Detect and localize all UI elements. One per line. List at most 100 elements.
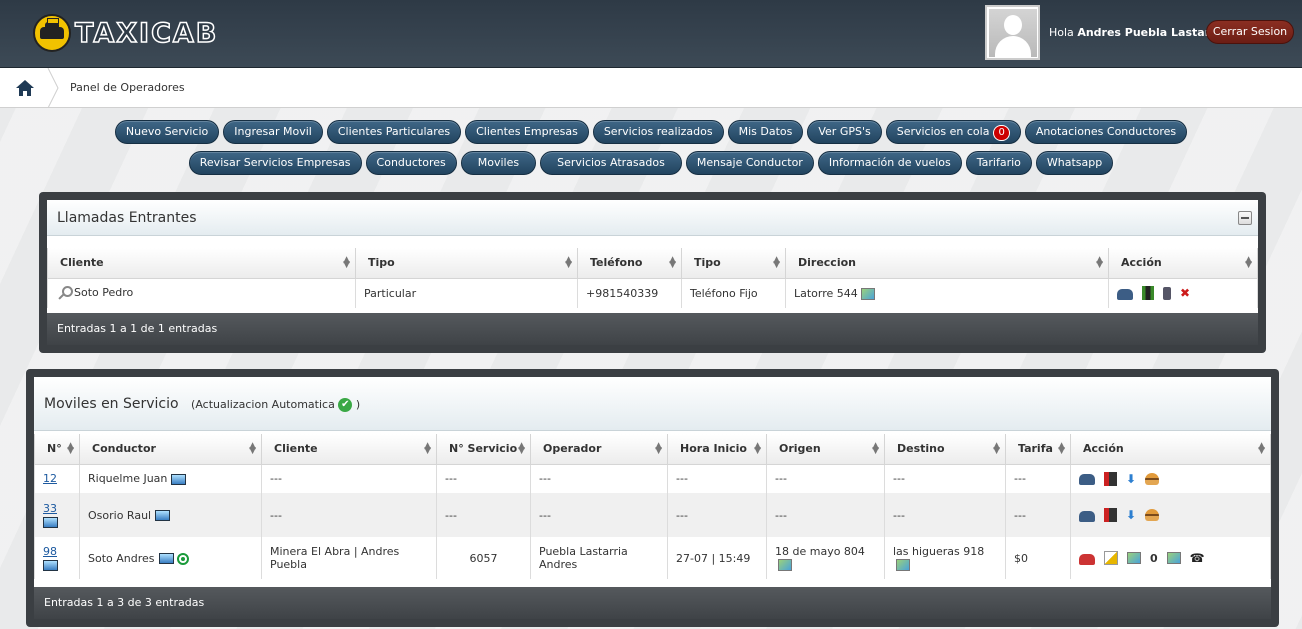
- arrow-down-icon[interactable]: ⬇: [1126, 472, 1136, 486]
- col-servicio[interactable]: N° Servicio ▲ ▼: [436, 434, 531, 465]
- car-icon[interactable]: [1079, 510, 1095, 522]
- nav-ver-gps[interactable]: Ver GPS's: [807, 120, 882, 144]
- nav-clientes-particulares[interactable]: Clientes Particulares: [326, 120, 462, 144]
- telephone-icon[interactable]: ☎: [1190, 551, 1205, 565]
- nav-conductores[interactable]: Conductores: [365, 151, 457, 175]
- cell-text: las higueras 918: [893, 545, 985, 558]
- cell-direccion: Latorre 544: [785, 278, 1109, 308]
- photo-icon[interactable]: [43, 559, 58, 571]
- col-tipo-telefono[interactable]: Tipo ▲ ▼: [681, 248, 786, 279]
- road-icon[interactable]: [1142, 286, 1154, 301]
- cell-tarifa: ---: [1005, 493, 1071, 537]
- nav-mis-datos[interactable]: Mis Datos: [727, 120, 804, 144]
- nav-informacion-vuelos[interactable]: Información de vuelos: [817, 151, 962, 175]
- food-icon[interactable]: [1145, 509, 1160, 521]
- nav-moviles[interactable]: Moviles: [460, 151, 537, 175]
- col-label: N°: [47, 442, 62, 456]
- sort-icon: ▲ ▼: [518, 441, 525, 456]
- cell-conductor: Soto Andres: [79, 537, 262, 579]
- queue-count-badge: 0: [993, 125, 1010, 141]
- logout-button[interactable]: Cerrar Sesion: [1206, 20, 1294, 44]
- cell-servicio: ---: [436, 464, 531, 493]
- photo-icon[interactable]: [43, 516, 58, 528]
- auto-update-label: (Actualizacion Automatica ✔ ): [191, 398, 360, 412]
- sort-icon: ▲ ▼: [655, 441, 662, 456]
- mobiles-title: Moviles en Servicio: [44, 396, 179, 412]
- nav-anotaciones-conductores[interactable]: Anotaciones Conductores: [1024, 120, 1188, 144]
- nav-servicios-realizados[interactable]: Servicios realizados: [592, 120, 724, 144]
- collapse-icon[interactable]: [1238, 211, 1252, 225]
- col-telefono[interactable]: Teléfono ▲ ▼: [577, 248, 682, 279]
- nav-ingresar-movil[interactable]: Ingresar Movil: [223, 120, 323, 144]
- phone-icon[interactable]: [1163, 286, 1171, 300]
- photo-icon[interactable]: [155, 510, 171, 521]
- col-tipo[interactable]: Tipo ▲ ▼: [355, 248, 578, 279]
- sort-icon: ▲ ▼: [1245, 255, 1252, 270]
- cell-text: Osorio Raul: [88, 508, 152, 522]
- col-destino[interactable]: Destino ▲ ▼: [884, 434, 1006, 465]
- table-row: 98 Soto Andres Minera El Abra | Andres P…: [34, 537, 1271, 579]
- col-conductor[interactable]: Conductor ▲ ▼: [79, 434, 262, 465]
- car-alert-icon[interactable]: [1079, 553, 1095, 565]
- nav-tarifario[interactable]: Tarifario: [965, 151, 1032, 175]
- col-label: Tipo: [694, 256, 721, 270]
- col-label: Hora Inicio: [680, 442, 747, 456]
- nav-revisar-servicios-empresas[interactable]: Revisar Servicios Empresas: [188, 151, 362, 175]
- nav-whatsapp[interactable]: Whatsapp: [1035, 151, 1114, 175]
- movil-link[interactable]: 98: [43, 545, 57, 558]
- col-operador[interactable]: Operador ▲ ▼: [530, 434, 668, 465]
- nav-row-1: Nuevo Servicio Ingresar Movil Clientes P…: [0, 120, 1302, 144]
- movil-link[interactable]: 12: [43, 472, 57, 485]
- map-icon[interactable]: [860, 287, 875, 300]
- check-icon: ✔: [338, 398, 353, 412]
- nav-servicios-en-cola[interactable]: Servicios en cola 0: [885, 120, 1021, 144]
- home-icon[interactable]: [16, 80, 34, 96]
- col-direccion[interactable]: Direccion ▲ ▼: [785, 248, 1109, 279]
- cell-accion: 0 ☎: [1070, 537, 1271, 579]
- col-accion[interactable]: Acción ▲ ▼: [1070, 434, 1271, 465]
- map-icon[interactable]: [778, 559, 792, 571]
- col-cliente[interactable]: Cliente ▲ ▼: [47, 248, 356, 279]
- map-icon[interactable]: [1166, 552, 1181, 564]
- cell-destino: las higueras 918: [884, 537, 1006, 579]
- nav-mensaje-conductor[interactable]: Mensaje Conductor: [685, 151, 814, 175]
- movil-link[interactable]: 33: [43, 502, 57, 515]
- cell-tipo-telefono: Teléfono Fijo: [681, 278, 786, 308]
- arrow-down-icon[interactable]: ⬇: [1126, 508, 1136, 522]
- delete-icon[interactable]: ✖: [1180, 286, 1190, 300]
- calls-footer: Entradas 1 a 1 de 1 entradas: [47, 313, 1258, 345]
- col-cliente[interactable]: Cliente ▲ ▼: [261, 434, 437, 465]
- exit-icon[interactable]: [1104, 508, 1117, 522]
- edit-icon[interactable]: [1104, 551, 1118, 565]
- breadcrumb: Panel de Operadores: [0, 68, 1302, 108]
- nav-clientes-empresas[interactable]: Clientes Empresas: [465, 120, 589, 144]
- food-icon[interactable]: [1145, 472, 1160, 485]
- nav-nuevo-servicio[interactable]: Nuevo Servicio: [114, 120, 220, 144]
- col-origen[interactable]: Origen ▲ ▼: [766, 434, 885, 465]
- nav-servicios-atrasados[interactable]: Servicios Atrasados: [540, 151, 682, 175]
- cell-accion: ⬇: [1070, 493, 1271, 537]
- col-tarifa[interactable]: Tarifa ▲ ▼: [1005, 434, 1071, 465]
- cell-text: Soto Andres: [88, 551, 155, 565]
- mobiles-panel: Moviles en Servicio (Actualizacion Autom…: [26, 369, 1279, 627]
- col-label: Acción: [1083, 442, 1124, 456]
- car-icon[interactable]: [1079, 474, 1095, 486]
- cell-cliente: ---: [261, 464, 437, 493]
- logo[interactable]: TAXICAB: [33, 14, 218, 52]
- col-accion[interactable]: Acción ▲ ▼: [1108, 248, 1258, 279]
- col-num[interactable]: N° ▲ ▼: [34, 434, 80, 465]
- col-hora[interactable]: Hora Inicio ▲ ▼: [667, 434, 767, 465]
- col-label: Cliente: [274, 442, 318, 456]
- car-icon[interactable]: [1117, 288, 1133, 300]
- map-icon[interactable]: [896, 559, 910, 571]
- photo-icon[interactable]: [171, 473, 187, 485]
- cell-text: Soto Pedro: [74, 286, 134, 300]
- exit-icon[interactable]: [1104, 471, 1117, 486]
- avatar[interactable]: [985, 5, 1040, 60]
- gps-target-icon[interactable]: [176, 552, 189, 565]
- col-label: Teléfono: [590, 256, 643, 270]
- cell-accion: ⬇: [1070, 464, 1271, 493]
- col-label: Cliente: [60, 256, 104, 270]
- map-icon[interactable]: [1127, 552, 1141, 564]
- photo-icon[interactable]: [158, 553, 174, 564]
